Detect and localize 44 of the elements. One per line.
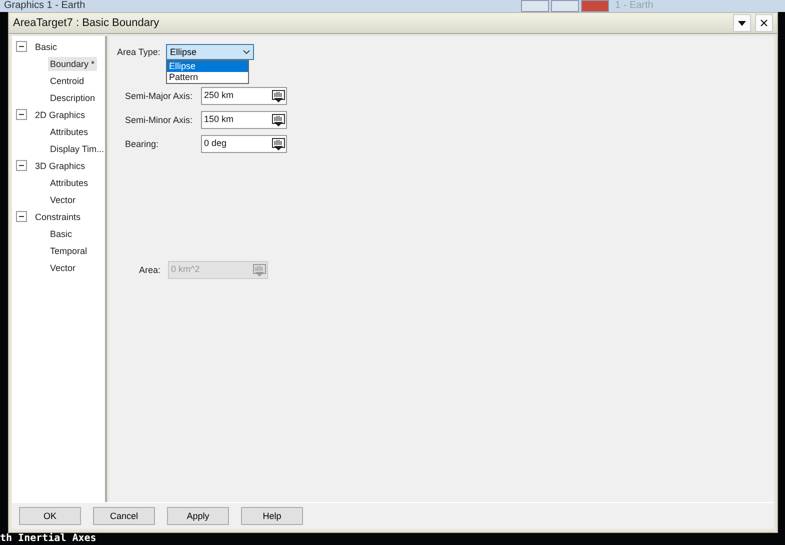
tree-item[interactable]: Centroid [48, 74, 86, 88]
dialog-button[interactable]: Cancel [93, 507, 155, 525]
dialog-button[interactable]: Apply [167, 507, 229, 525]
spin-icon[interactable] [272, 114, 285, 127]
dialog-title: AreaTarget7 : Basic Boundary [13, 17, 160, 29]
field-label: Bearing: [125, 139, 160, 149]
window-title: 1 - Earth [615, 1, 654, 11]
collapse-icon[interactable] [16, 109, 27, 120]
dropdown-option[interactable]: Ellipse [167, 61, 248, 72]
area-type-dropdown[interactable]: Ellipse [166, 44, 254, 60]
spin-icon[interactable] [272, 90, 285, 103]
input-field[interactable]: 150 km [201, 111, 287, 129]
tree-item[interactable]: Vector [48, 192, 78, 206]
dialog-button[interactable]: Help [241, 507, 303, 525]
tree-item[interactable]: Vector [48, 260, 78, 274]
collapse-icon[interactable] [16, 160, 27, 171]
spin-icon[interactable] [272, 138, 285, 151]
tree-node[interactable]: Basic [35, 42, 58, 52]
tree-item[interactable]: Boundary * [48, 56, 97, 70]
input-field[interactable]: 0 deg [201, 135, 287, 153]
tree-item[interactable]: Attributes [48, 176, 90, 190]
tree-node[interactable]: Constraints [35, 212, 81, 222]
window-title: Graphics 1 - Earth [4, 1, 86, 11]
field-label: Area: [139, 265, 162, 275]
chevron-icon [243, 50, 250, 54]
field-label: Area Type: [117, 47, 162, 57]
status-text: th Inertial Axes [0, 534, 96, 544]
dialog-button[interactable]: OK [19, 507, 81, 525]
collapse-icon[interactable] [16, 211, 27, 222]
tree-item[interactable]: Description [48, 90, 98, 104]
tree-item[interactable]: Attributes [48, 124, 90, 138]
field-label: Semi-Major Axis: [125, 91, 194, 101]
tree-node[interactable]: 2D Graphics [35, 110, 86, 120]
caret-icon [738, 20, 746, 26]
collapse-icon[interactable] [16, 41, 27, 52]
tree-node[interactable]: 3D Graphics [35, 160, 86, 170]
dropdown-button[interactable] [733, 14, 751, 32]
tree-item[interactable]: Temporal [48, 244, 90, 258]
input-field[interactable]: 250 km [201, 87, 287, 105]
field-label: Semi-Minor Axis: [125, 115, 194, 125]
close-button[interactable] [755, 14, 773, 32]
tree-item[interactable]: Basic [48, 226, 74, 240]
close-icon [760, 19, 768, 27]
tree-item[interactable]: Display Tim... [48, 142, 106, 156]
